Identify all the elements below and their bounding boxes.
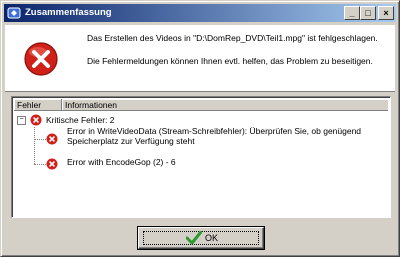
tree-header: Fehler Informationen xyxy=(14,99,388,111)
window-title: Zusammenfassung xyxy=(25,7,112,18)
minimize-button[interactable]: _ xyxy=(344,6,360,20)
error-small-icon xyxy=(46,158,58,172)
error-small-icon xyxy=(46,133,58,147)
column-header-informationen[interactable]: Informationen xyxy=(62,99,388,111)
error-item-text: Error in WriteVideoData (Stream-Schreibf… xyxy=(67,126,362,146)
message-panel: Das Erstellen des Videos in "D:\DomRep_D… xyxy=(5,25,395,92)
help-message: Die Fehlermeldungen können Ihnen evtl. h… xyxy=(87,56,373,66)
ok-button-label: OK xyxy=(205,233,219,243)
close-button[interactable]: × xyxy=(378,6,394,20)
tree-line xyxy=(34,139,46,140)
tree-line xyxy=(34,127,35,164)
error-tree[interactable]: Fehler Informationen − Kritische Fehler:… xyxy=(11,96,391,218)
maximize-button[interactable]: □ xyxy=(360,6,376,20)
collapse-toggle[interactable]: − xyxy=(17,116,26,125)
error-icon xyxy=(23,41,59,79)
ok-button[interactable]: OK xyxy=(138,227,264,249)
root-node-label[interactable]: Kritische Fehler: 2 xyxy=(46,115,115,125)
tree-line xyxy=(34,164,46,165)
title-bar[interactable]: Zusammenfassung _ □ × xyxy=(4,4,396,22)
checkmark-icon xyxy=(185,230,203,247)
error-small-icon xyxy=(30,114,42,128)
app-icon xyxy=(7,6,21,20)
error-message: Das Erstellen des Videos in "D:\DomRep_D… xyxy=(87,33,378,43)
dialog-window: Zusammenfassung _ □ × Das Erstellen des … xyxy=(0,0,400,257)
error-item-text: Error with EncodeGop (2) - 6 xyxy=(67,157,176,167)
column-header-fehler[interactable]: Fehler xyxy=(14,99,62,111)
